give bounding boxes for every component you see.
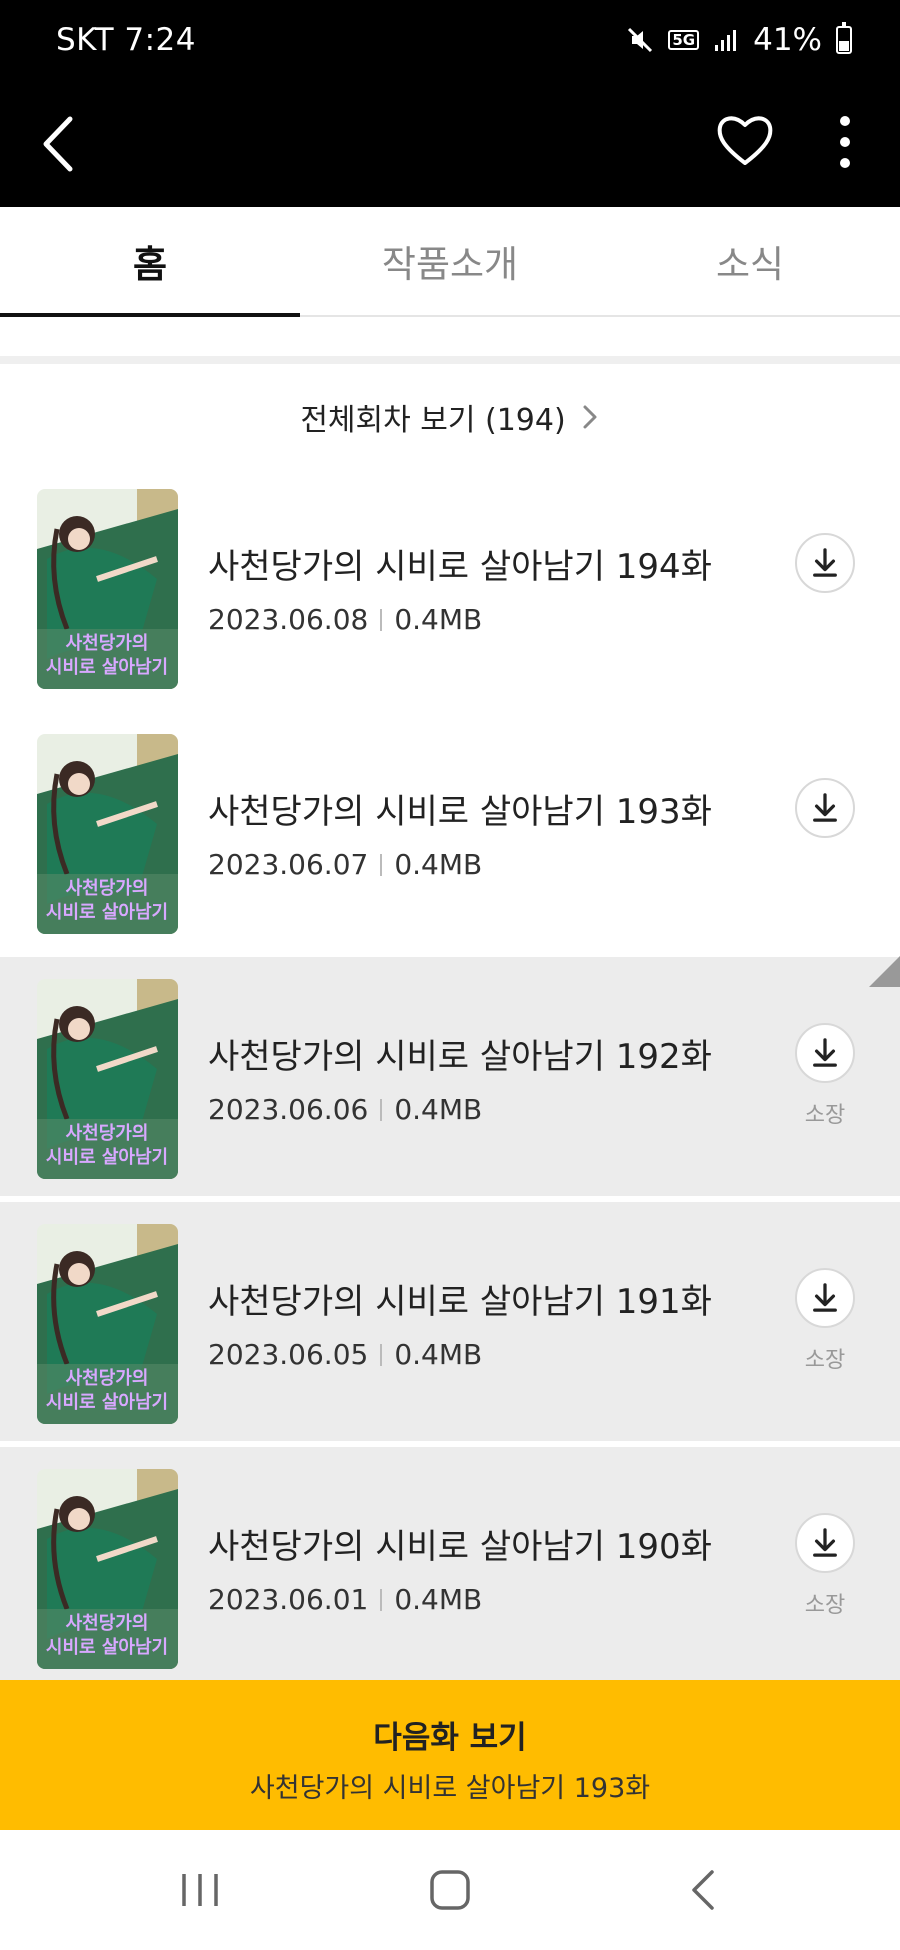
owned-corner-mark [869,956,900,987]
next-episode-subtitle: 사천당가의 시비로 살아남기 193화 [249,1773,651,1804]
next-episode-label: 다음화 보기 [373,1720,527,1756]
next-episode-button[interactable]: 다음화 보기 사천당가의 시비로 살아남기 193화 [0,1680,900,1830]
network-5g-icon: 5G [668,30,700,50]
battery-percent: 41% [753,22,822,58]
episode-size: 0.4MB [394,1338,483,1371]
all-episodes-label: 전체회차 보기 (194) [300,403,566,438]
episode-meta: 2023.06.07 0.4MB [208,848,482,881]
download-icon[interactable] [795,778,855,838]
episode-size: 0.4MB [394,848,483,881]
tab-bar: 홈 작품소개 소식 [0,207,900,317]
episode-meta: 2023.06.08 0.4MB [208,603,482,636]
episode-date: 2023.06.05 [208,1338,369,1371]
download-icon[interactable] [795,1023,855,1083]
recent-apps-icon[interactable] [170,1860,230,1920]
episode-meta: 2023.06.05 0.4MB [208,1338,482,1371]
episode-row[interactable]: 사천당가의 시비로 살아남기 191화 2023.06.05 0.4MB 소장 [0,1202,900,1441]
battery-icon [836,22,852,54]
tab-home[interactable]: 홈 [0,207,300,317]
episode-thumbnail [37,489,178,689]
owned-label: 소장 [804,1593,846,1618]
meta-divider [380,608,383,631]
episode-date: 2023.06.08 [208,603,369,636]
owned-label: 소장 [804,1348,846,1373]
episode-title: 사천당가의 시비로 살아남기 194화 [208,547,712,587]
download-icon[interactable] [795,533,855,593]
episode-row[interactable]: 사천당가의 시비로 살아남기 192화 2023.06.06 0.4MB 소장 [0,957,900,1196]
home-icon[interactable] [420,1860,480,1920]
episode-title: 사천당가의 시비로 살아남기 193화 [208,792,712,832]
episode-title: 사천당가의 시비로 살아남기 191화 [208,1282,712,1322]
episode-thumbnail [37,1224,178,1424]
episode-thumbnail [37,1469,178,1669]
episode-row[interactable]: 사천당가의 시비로 살아남기 190화 2023.06.01 0.4MB 소장 [0,1447,900,1686]
meta-divider [380,853,383,876]
signal-icon [715,30,737,51]
heart-icon[interactable] [714,109,776,171]
episode-meta: 2023.06.01 0.4MB [208,1583,482,1616]
more-icon[interactable] [822,107,868,177]
back-icon[interactable] [36,109,96,179]
episode-meta: 2023.06.06 0.4MB [208,1093,482,1126]
mute-icon [628,27,653,53]
nav-back-icon[interactable] [674,1860,734,1920]
download-icon[interactable] [795,1513,855,1573]
episode-size: 0.4MB [394,603,483,636]
episode-thumbnail [37,734,178,934]
episode-size: 0.4MB [394,1093,483,1126]
episode-date: 2023.06.06 [208,1093,369,1126]
owned-label: 소장 [804,1103,846,1128]
status-icons: 5G 41% [626,22,852,58]
meta-divider [380,1588,383,1611]
episode-size: 0.4MB [394,1583,483,1616]
episode-date: 2023.06.07 [208,848,369,881]
status-bar: SKT 7:24 5G 41% [0,0,900,85]
download-icon[interactable] [795,1268,855,1328]
top-app-bar [0,85,900,207]
meta-divider [380,1343,383,1366]
episode-title: 사천당가의 시비로 살아남기 190화 [208,1527,712,1567]
tab-introduction[interactable]: 작품소개 [300,207,600,315]
meta-divider [380,1098,383,1121]
episode-date: 2023.06.01 [208,1583,369,1616]
episode-row[interactable]: 사천당가의 시비로 살아남기 193화 2023.06.07 0.4MB [0,712,900,951]
tab-news[interactable]: 소식 [600,207,900,315]
system-nav-bar [0,1830,900,1950]
episode-thumbnail [37,979,178,1179]
episode-row[interactable]: 사천당가의 시비로 살아남기 194화 2023.06.08 0.4MB [0,467,900,706]
section-divider [0,356,900,364]
episode-title: 사천당가의 시비로 살아남기 192화 [208,1037,712,1077]
status-carrier-time: SKT 7:24 [56,22,197,58]
all-episodes-link[interactable]: 전체회차 보기 (194) [0,384,900,450]
chevron-right-icon [583,405,597,429]
